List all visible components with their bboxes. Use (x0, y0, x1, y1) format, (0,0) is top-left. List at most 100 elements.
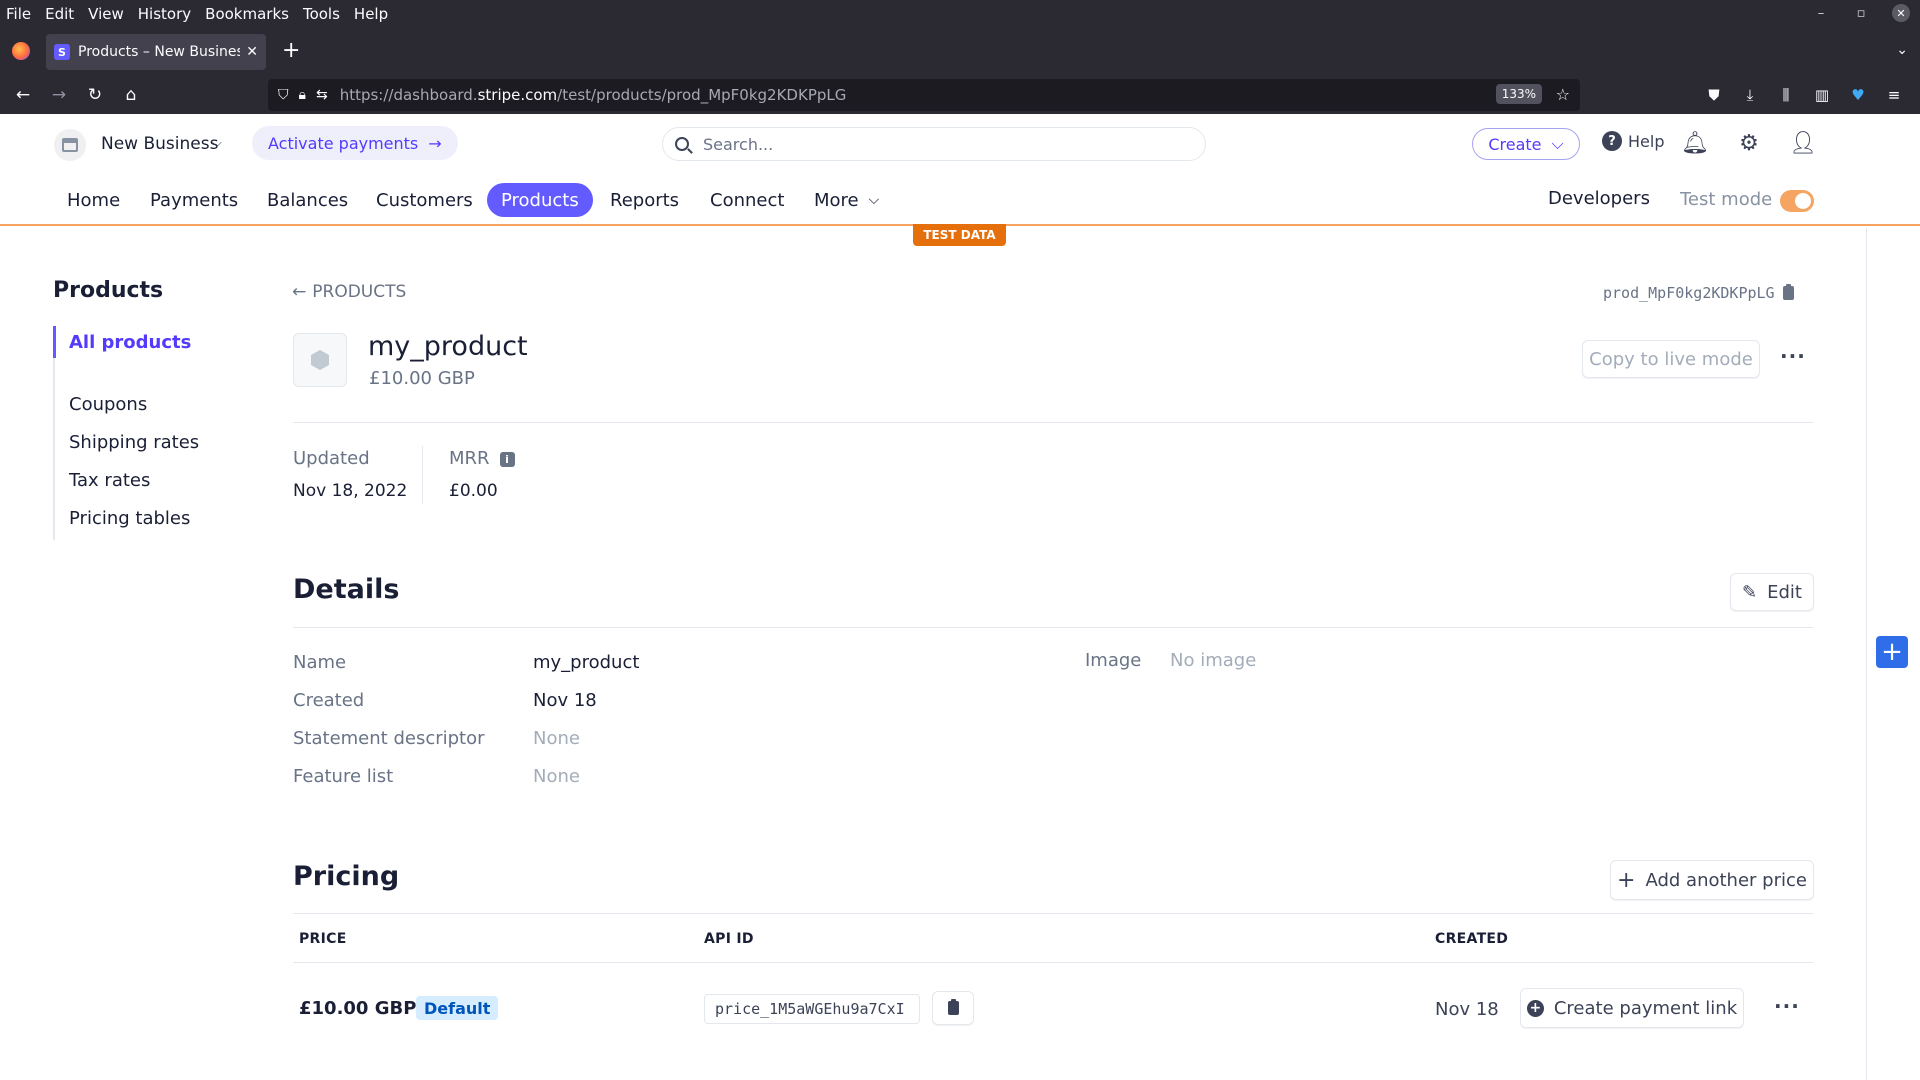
row-more-options-icon[interactable]: ··· (1774, 994, 1800, 1018)
dashboard-header: New Business ⌵ Activate payments → Searc… (0, 114, 1920, 174)
test-mode-toggle[interactable] (1780, 190, 1814, 212)
nav-customers[interactable]: Customers (362, 183, 487, 217)
create-payment-link-button[interactable]: + Create payment link (1520, 988, 1744, 1028)
plus-icon: + (1617, 867, 1636, 893)
menu-bookmarks[interactable]: Bookmarks (205, 5, 289, 23)
detail-label-feature-list: Feature list (293, 766, 394, 787)
divider (293, 422, 1813, 423)
menu-history[interactable]: History (138, 5, 191, 23)
forward-arrow-icon[interactable]: → (48, 84, 70, 106)
create-payment-link-label: Create payment link (1553, 997, 1738, 1019)
back-to-products-link[interactable]: ← PRODUCTS (292, 282, 406, 302)
clipboard-icon (947, 999, 959, 1015)
nav-reports[interactable]: Reports (596, 183, 693, 217)
sidebar-item-tax-rates[interactable]: Tax rates (69, 470, 150, 491)
create-button[interactable]: Create ⌵ (1472, 128, 1580, 160)
minimize-icon[interactable]: – (1812, 4, 1830, 22)
edit-button[interactable]: ✎ Edit (1730, 573, 1814, 611)
image-label: Image (1085, 650, 1142, 671)
sidebar-item-shipping-rates[interactable]: Shipping rates (69, 432, 199, 453)
help-icon: ? (1602, 131, 1622, 151)
price-value: £10.00 GBP (299, 998, 417, 1019)
download-icon[interactable]: ⤓ (1739, 84, 1761, 106)
library-icon[interactable]: ⫼ (1775, 84, 1797, 106)
product-id[interactable]: prod_MpF0kg2KDKPpLG (1603, 284, 1794, 302)
new-tab-icon[interactable]: + (282, 40, 300, 62)
nav-balances[interactable]: Balances (253, 183, 362, 217)
detail-value-feature-list: None (533, 766, 580, 787)
nav-more[interactable]: More ⌵ (800, 183, 893, 217)
column-header-created: CREATED (1435, 931, 1509, 947)
bell-icon[interactable]: 🔔︎ (1681, 130, 1709, 156)
detail-label-created: Created (293, 690, 365, 711)
browser-tab[interactable]: S Products – New Business ✕ (46, 34, 266, 70)
nav-connect[interactable]: Connect (696, 183, 798, 217)
menu-edit[interactable]: Edit (45, 5, 74, 23)
activate-payments-button[interactable]: Activate payments → (252, 126, 458, 160)
back-arrow-icon[interactable]: ← (12, 84, 34, 106)
search-input[interactable]: Search... (662, 127, 1206, 161)
back-link-label: PRODUCTS (312, 282, 407, 302)
arrow-right-icon: → (428, 133, 442, 153)
api-id-field[interactable]: price_1M5aWGEhu9a7CxI (704, 994, 920, 1024)
clipboard-icon[interactable] (1782, 284, 1794, 300)
detail-label-statement-descriptor: Statement descriptor (293, 728, 485, 749)
edit-label: Edit (1767, 581, 1802, 603)
chevron-down-icon[interactable]: ⌄ (1896, 42, 1908, 58)
user-icon[interactable]: 👤︎ (1789, 130, 1817, 156)
chevron-down-icon[interactable]: ⌵ (212, 136, 222, 151)
store-icon[interactable] (54, 129, 86, 161)
copy-to-live-mode-button[interactable]: Copy to live mode (1582, 340, 1760, 378)
sidebar-rail (53, 326, 56, 540)
hamburger-menu-icon[interactable]: ≡ (1883, 84, 1905, 106)
pencil-icon: ✎ (1742, 581, 1758, 603)
close-window-icon[interactable]: ✕ (1892, 4, 1910, 22)
bookmark-star-icon[interactable]: ☆ (1556, 85, 1570, 104)
add-another-price-button[interactable]: + Add another price (1610, 860, 1814, 900)
menu-view[interactable]: View (88, 5, 124, 23)
menu-file[interactable]: File (6, 5, 31, 23)
nav-products[interactable]: Products (487, 183, 593, 217)
sidebar-item-coupons[interactable]: Coupons (69, 394, 147, 415)
menu-tools[interactable]: Tools (303, 5, 340, 23)
create-label: Create (1488, 134, 1542, 154)
help-button[interactable]: ? Help (1602, 131, 1664, 151)
test-data-badge: TEST DATA (913, 224, 1006, 246)
search-icon (675, 137, 689, 151)
account-name[interactable]: New Business (101, 134, 218, 154)
pocket-icon[interactable]: ⛊ (1703, 84, 1725, 106)
shield-icon[interactable]: ⛉ (278, 87, 289, 103)
window-controls: – ▫ ✕ (1812, 4, 1910, 22)
url-bar[interactable]: ⛉ 🔒︎ ⇆ https://dashboard.stripe.com/test… (268, 79, 1580, 111)
permissions-icon[interactable]: ⇆ (316, 87, 328, 103)
restore-icon[interactable]: ▫ (1852, 4, 1870, 22)
sidebar-item-pricing-tables[interactable]: Pricing tables (69, 508, 190, 529)
info-icon[interactable]: i (499, 452, 515, 467)
product-price: £10.00 GBP (369, 368, 475, 389)
sidebar-item-all-products[interactable]: All products (69, 332, 191, 353)
nav-home[interactable]: Home (53, 183, 134, 217)
updated-label: Updated (293, 448, 370, 469)
detail-value-name: my_product (533, 652, 640, 673)
updated-value: Nov 18, 2022 (293, 481, 408, 501)
copy-api-id-button[interactable] (932, 991, 974, 1025)
home-icon[interactable]: ⌂ (120, 84, 142, 106)
help-label: Help (1628, 131, 1665, 151)
add-widget-button[interactable]: + (1876, 636, 1908, 668)
more-options-icon[interactable]: ··· (1780, 344, 1806, 368)
gear-icon[interactable]: ⚙ (1736, 130, 1762, 156)
nav-payments[interactable]: Payments (136, 183, 252, 217)
developers-link[interactable]: Developers (1548, 188, 1650, 209)
tab-close-icon[interactable]: ✕ (246, 44, 258, 60)
menu-help[interactable]: Help (354, 5, 388, 23)
browser-navbar: ← → ↻ ⌂ ⛉ 🔒︎ ⇆ https://dashboard.stripe.… (0, 76, 1920, 114)
tab-title: Products – New Business (78, 44, 241, 60)
arrow-left-icon: ← (292, 282, 307, 302)
reload-icon[interactable]: ↻ (84, 84, 106, 106)
right-divider (1866, 228, 1867, 1080)
zoom-level[interactable]: 133% (1495, 84, 1542, 104)
lock-icon[interactable]: 🔒︎ (299, 87, 306, 103)
extension-icon[interactable]: ♥ (1847, 84, 1869, 106)
add-price-label: Add another price (1645, 869, 1807, 891)
sidebar-icon[interactable]: ▥ (1811, 84, 1833, 106)
